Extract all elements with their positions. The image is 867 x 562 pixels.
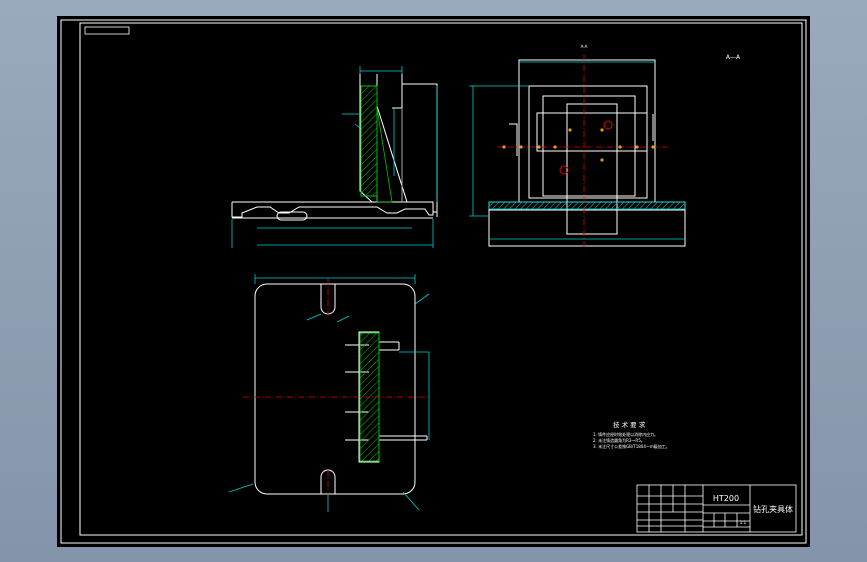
drawing-number-box	[84, 26, 130, 35]
title-scale: 1:1	[740, 520, 747, 525]
title-material: HT200	[713, 494, 739, 503]
cad-drawing: A—A A-A 技 术 要 求 1. 铸件应经时效处理以消除内应力。 2. 未注…	[60, 19, 807, 544]
view-section-label: A—A	[726, 54, 741, 61]
top-dimensions	[228, 274, 430, 512]
technical-requirements: 技 术 要 求 1. 铸件应经时效处理以消除内应力。 2. 未注铸造圆角为R3～…	[593, 420, 670, 449]
top-centerlines	[243, 278, 429, 506]
tech-req-heading: 技 术 要 求	[613, 420, 646, 429]
tech-req-item-2: 2. 未注铸造圆角为R3～R5。	[593, 437, 645, 443]
inner-border	[79, 22, 803, 536]
cad-viewport[interactable]: A—A A-A 技 术 要 求 1. 铸件应经时效处理以消除内应力。 2. 未注…	[0, 0, 867, 562]
front-view	[231, 74, 438, 221]
side-base-hatch	[488, 201, 686, 210]
front-dimensions	[231, 66, 438, 248]
title-part-name: 钻孔夹具体	[753, 504, 793, 514]
top-section-label: A-A	[581, 44, 588, 49]
front-rib-hatch	[360, 85, 378, 197]
side-holes	[502, 120, 655, 175]
outer-border	[60, 19, 807, 544]
top-view	[254, 283, 428, 495]
tech-req-item-1: 1. 铸件应经时效处理以消除内应力。	[593, 431, 658, 437]
tech-req-item-3: 3. 未注尺寸公差按GB/T1804—m级加工。	[593, 443, 670, 449]
front-web	[376, 107, 393, 203]
drawing-sheet: A—A A-A 技 术 要 求 1. 铸件应经时效处理以消除内应力。 2. 未注…	[57, 16, 810, 547]
side-view	[488, 59, 686, 247]
